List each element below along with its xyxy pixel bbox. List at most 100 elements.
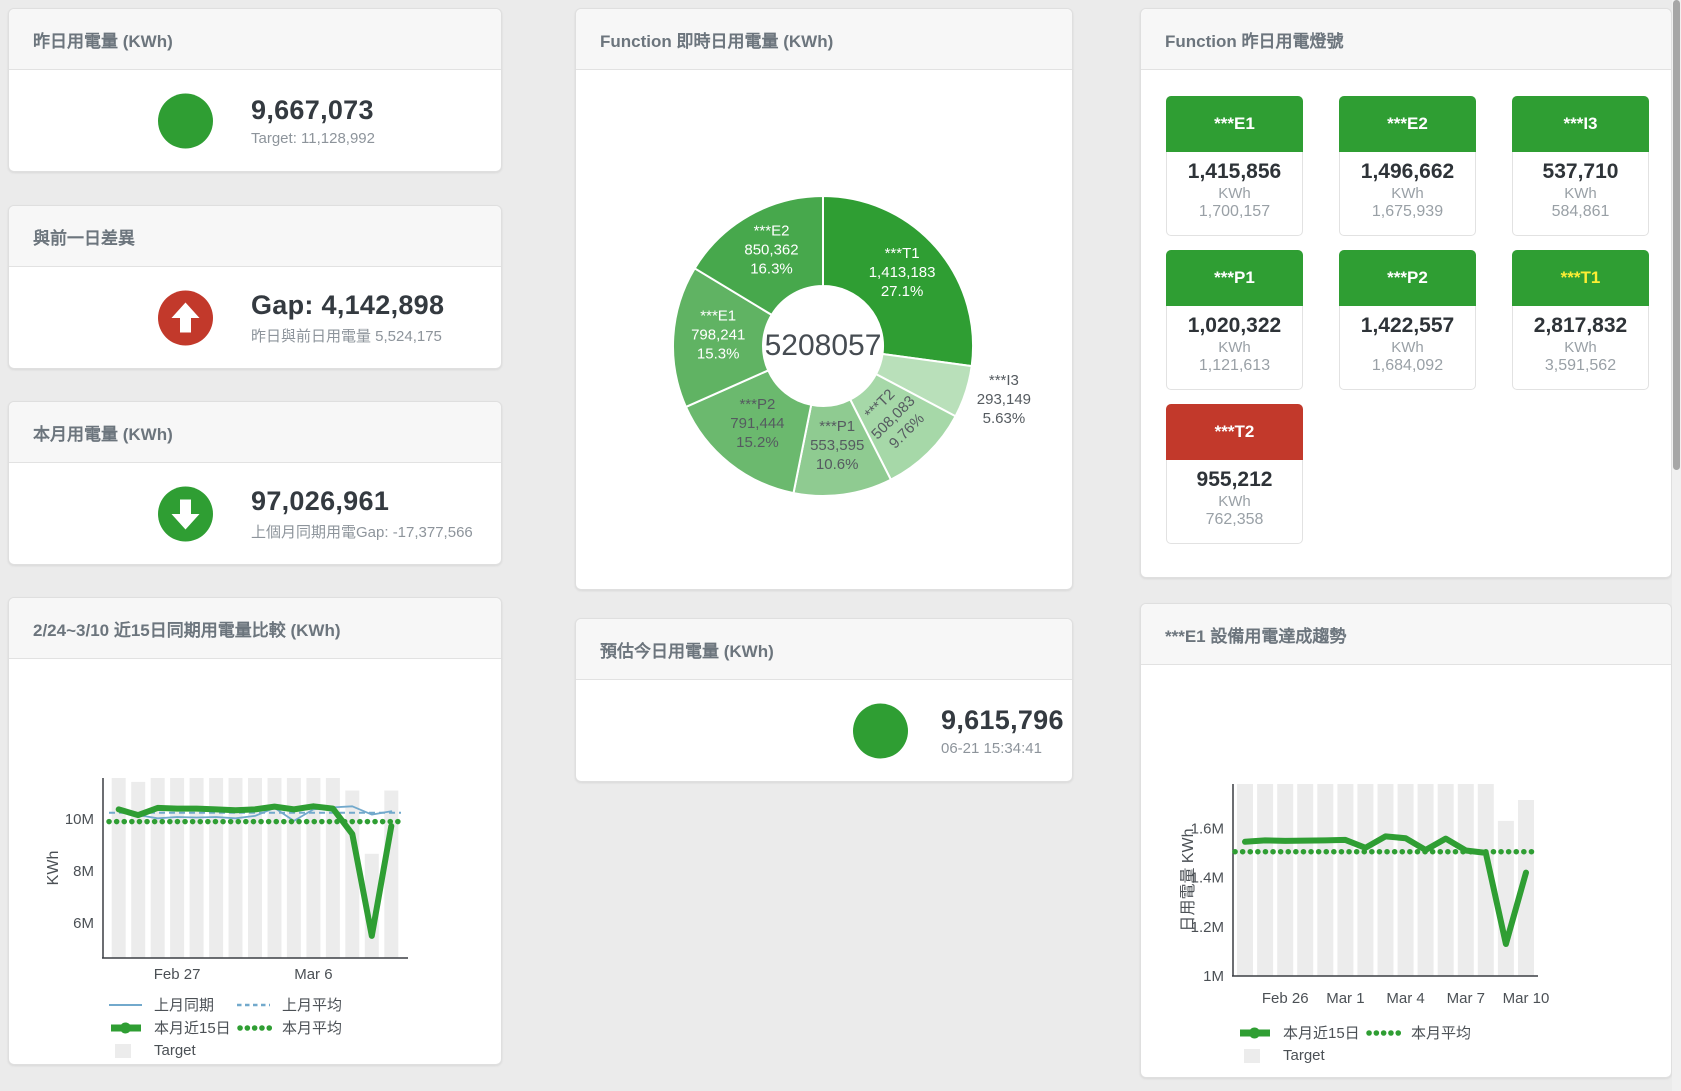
light-tile-unit: KWh — [1340, 339, 1475, 356]
card-header: 昨日用電量 (KWh) — [9, 9, 501, 70]
card-title: 本月用電量 (KWh) — [33, 420, 173, 445]
card-header: Function 即時日用電量 (KWh) — [576, 9, 1072, 70]
legend-row: 本月近15日 本月平均 — [1237, 1021, 1493, 1044]
down-arrow-circle-icon — [158, 486, 213, 541]
legend-item[interactable]: 本月平均 — [1365, 1022, 1493, 1043]
light-tile-target: 1,700,157 — [1167, 203, 1302, 221]
light-tile-target: 1,684,092 — [1340, 357, 1475, 375]
stat-text: Gap: 4,142,898 昨日與前日用電量 5,524,175 — [251, 290, 444, 346]
target-bar — [1357, 784, 1373, 976]
target-bar — [1418, 784, 1434, 976]
target-bar — [326, 778, 340, 958]
light-tile-name: ***I3 — [1563, 114, 1597, 134]
target-bar — [1398, 784, 1414, 976]
legend-swatch-thin — [108, 998, 144, 1012]
up-arrow-circle-icon — [158, 290, 213, 345]
trend-line-chart[interactable]: 1.6M1.4M1.2M1MFeb 26Mar 1Mar 4Mar 7Mar 1… — [1141, 665, 1673, 1013]
y-tick-label: 8M — [73, 863, 94, 880]
function-usage-donut-chart[interactable]: ***T11,413,18327.1%***I3293,1495.63%***T… — [576, 70, 1074, 550]
legend-swatch-target — [108, 1044, 144, 1058]
target-bar — [287, 778, 301, 958]
legend-item[interactable]: 上月平均 — [236, 994, 364, 1015]
target-bar — [1317, 784, 1333, 976]
card-trend-chart: ***E1 設備用電達成趨勢 1.6M1.4M1.2M1MFeb 26Mar 1… — [1140, 603, 1672, 1078]
light-tile-value: 1,020,322 — [1167, 314, 1302, 338]
x-tick-label: Mar 6 — [294, 966, 332, 983]
light-tile-status-header: ***T2 — [1166, 404, 1303, 460]
legend-row: 上月同期上月平均 — [108, 993, 364, 1016]
card-lights: Function 昨日用電燈號 ***E11,415,856KWh1,700,1… — [1140, 8, 1672, 578]
legend-item[interactable]: 本月近15日 — [1237, 1022, 1365, 1043]
legend-swatch-dotted — [1365, 1026, 1401, 1040]
legend-item[interactable]: 本月近15日 — [108, 1017, 236, 1038]
x-tick-label: Mar 10 — [1503, 990, 1550, 1007]
light-tile-unit: KWh — [1167, 493, 1302, 510]
legend-item[interactable]: Target — [1237, 1047, 1365, 1064]
card-body: 9,667,073 Target: 11,128,992 — [9, 70, 501, 171]
dashboard-page: 昨日用電量 (KWh) 9,667,073 Target: 11,128,992… — [0, 0, 1681, 1091]
y-axis-title: 日用電量 KWh — [1180, 828, 1197, 931]
card-function-donut: Function 即時日用電量 (KWh) ***T11,413,18327.1… — [575, 8, 1073, 590]
x-tick-label: Mar 1 — [1326, 990, 1364, 1007]
card-month-usage: 本月用電量 (KWh) 97,026,961 上個月同期用電Gap: -17,3… — [8, 401, 502, 565]
light-tile: ***E21,496,662KWh1,675,939 — [1339, 96, 1476, 236]
light-tile-target: 3,591,562 — [1513, 357, 1648, 375]
legend-swatch-dotted — [236, 1021, 272, 1035]
card-estimate-today: 預估今日用電量 (KWh) 9,615,796 06-21 15:34:41 — [575, 618, 1073, 782]
light-tile-body: 955,212KWh762,358 — [1167, 468, 1302, 529]
day-gap-subtitle: 昨日與前日用電量 5,524,175 — [251, 325, 444, 346]
month-usage-value: 97,026,961 — [251, 486, 473, 517]
lights-grid: ***E11,415,856KWh1,700,157***E21,496,662… — [1166, 96, 1649, 544]
stat-text: 9,615,796 06-21 15:34:41 — [941, 705, 1064, 757]
card-header: 2/24~3/10 近15日同期用電量比較 (KWh) — [9, 598, 501, 659]
target-bar — [190, 778, 204, 958]
compare-line-chart[interactable]: 10M8M6MFeb 27Mar 6KWh — [9, 659, 503, 989]
legend-item[interactable]: 本月平均 — [236, 1017, 364, 1038]
target-bar — [1378, 784, 1394, 976]
light-tile-target: 1,121,613 — [1167, 357, 1302, 375]
card-title: 昨日用電量 (KWh) — [33, 27, 173, 52]
target-bar — [1297, 784, 1313, 976]
target-bar — [1237, 784, 1253, 976]
legend-item[interactable]: 上月同期 — [108, 994, 236, 1015]
light-tile-name: ***E2 — [1387, 114, 1428, 134]
stat-text: 97,026,961 上個月同期用電Gap: -17,377,566 — [251, 486, 473, 542]
light-tile: ***P1 1,020,322KWh1,121,613 — [1166, 250, 1303, 390]
light-tile-body: 1,020,322KWh1,121,613 — [1167, 314, 1302, 375]
card-header: 本月用電量 (KWh) — [9, 402, 501, 463]
legend-item[interactable]: Target — [108, 1042, 236, 1059]
scrollbar-thumb[interactable] — [1673, 0, 1680, 470]
yesterday-usage-value: 9,667,073 — [251, 95, 375, 126]
target-bar — [1277, 784, 1293, 976]
light-tile-status-header: ***E1 — [1166, 96, 1303, 152]
light-tile-target: 584,861 — [1513, 203, 1648, 221]
donut-center-total: 5208057 — [765, 329, 882, 363]
x-tick-label: Feb 27 — [154, 966, 201, 983]
light-tile-name: ***T1 — [1561, 268, 1601, 288]
target-bar — [1498, 821, 1514, 976]
light-tile: ***P21,422,557KWh1,684,092 — [1339, 250, 1476, 390]
target-bar — [170, 778, 184, 958]
legend-label: 本月近15日 — [154, 1017, 231, 1038]
legend-label: 本月平均 — [1411, 1022, 1471, 1043]
light-tile-status-header: ***P1 — [1166, 250, 1303, 306]
stat-text: 9,667,073 Target: 11,128,992 — [251, 95, 375, 147]
light-tile-status-header: ***I3 — [1512, 96, 1649, 152]
legend-row: Target — [1237, 1044, 1493, 1067]
legend-row: Target — [108, 1039, 364, 1062]
green-status-dot-icon — [853, 703, 908, 758]
card-yesterday-usage: 昨日用電量 (KWh) 9,667,073 Target: 11,128,992 — [8, 8, 502, 172]
light-tile-target: 1,675,939 — [1340, 203, 1475, 221]
light-tile-status-header: ***T1 — [1512, 250, 1649, 306]
target-bar — [131, 782, 145, 958]
legend-row: 本月近15日本月平均 — [108, 1016, 364, 1039]
x-tick-label: Feb 26 — [1262, 990, 1309, 1007]
light-tile: ***T12,817,832KWh3,591,562 — [1512, 250, 1649, 390]
card-title: ***E1 設備用電達成趨勢 — [1165, 622, 1346, 647]
legend-swatch-target — [1237, 1049, 1273, 1063]
target-bar — [112, 778, 126, 958]
scrollbar-track[interactable] — [1672, 0, 1681, 1091]
card-header: Function 昨日用電燈號 — [1141, 9, 1671, 70]
target-bar — [384, 791, 398, 959]
trend-chart-legend: 本月近15日 本月平均 Target — [1237, 1021, 1493, 1067]
